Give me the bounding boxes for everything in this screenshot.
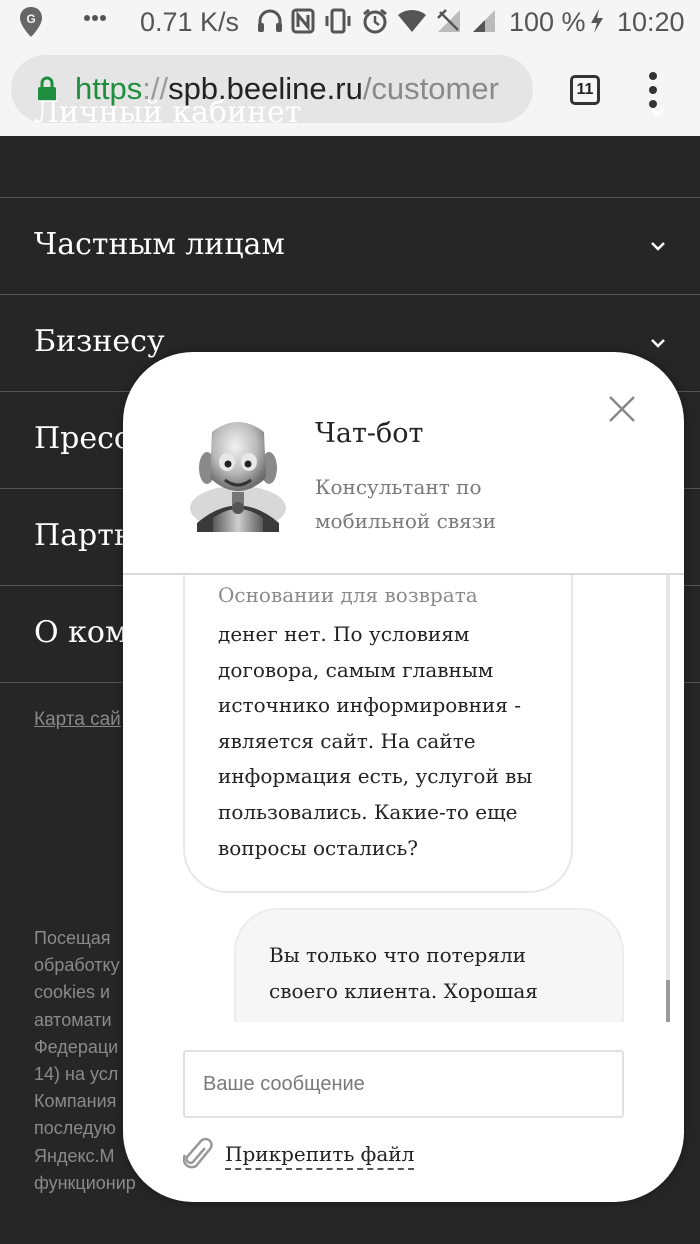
svg-text:G: G <box>26 12 35 26</box>
nav-item-label: О ком <box>34 615 129 650</box>
nav-item-label: Личный кабинет <box>34 95 302 130</box>
nfc-icon <box>291 8 315 34</box>
chevron-down-icon <box>651 339 665 348</box>
nav-item-label: Частным лицам <box>34 227 285 262</box>
network-speed: 0.71 K/s <box>140 7 240 37</box>
attach-file-label: Прикрепить файл <box>225 1140 415 1170</box>
chevron-down-icon <box>651 108 665 117</box>
nav-item-label: Пресс <box>34 421 131 456</box>
chevron-down-icon <box>651 242 665 251</box>
alarm-icon <box>362 8 388 34</box>
paperclip-icon <box>183 1138 213 1169</box>
headphones-icon <box>257 8 283 34</box>
chat-title: Чат-бот <box>315 418 424 449</box>
bot-message: Основании для возврата денег нет. По усл… <box>183 575 573 893</box>
message-list[interactable]: Основании для возврата денег нет. По усл… <box>123 575 684 1022</box>
message-text: денег нет. По условиям договора, самым г… <box>218 622 533 860</box>
signal-icon <box>471 8 497 34</box>
wifi-icon <box>397 9 427 33</box>
message-text-faded: Основании для возврата <box>218 583 478 607</box>
close-icon[interactable] <box>607 394 637 424</box>
message-text: Вы только что потеряли своего клиента. Х… <box>269 943 538 1003</box>
nav-item-individuals[interactable]: Частным лицам <box>0 198 700 295</box>
nav-item-personal-account[interactable]: Личный кабинет <box>0 95 700 198</box>
charging-icon <box>589 8 605 34</box>
message-input[interactable] <box>183 1050 624 1118</box>
chatbot-avatar <box>190 422 286 532</box>
nav-item-label: Бизнесу <box>34 324 165 359</box>
scrollbar-thumb[interactable] <box>666 980 670 1022</box>
maps-notification-icon: G <box>18 6 44 38</box>
chat-subtitle: Консультант по мобильной связи <box>315 475 496 533</box>
nav-item-label: Партн <box>34 518 134 553</box>
battery-percent: 100 % <box>509 7 586 37</box>
scrollbar[interactable] <box>666 575 670 1022</box>
sitemap-link[interactable]: Карта сай <box>34 709 121 731</box>
chat-widget: Чат-бот Консультант по мобильной связи О… <box>123 352 684 1202</box>
status-bar: G 0.71 K/s 100 % 10:20 <box>0 0 700 44</box>
clock: 10:20 <box>617 7 685 37</box>
vibrate-icon <box>324 8 352 34</box>
signal-off-icon <box>436 8 462 34</box>
more-dots-icon <box>84 14 106 22</box>
user-message: Вы только что потеряли своего клиента. Х… <box>234 908 624 1022</box>
